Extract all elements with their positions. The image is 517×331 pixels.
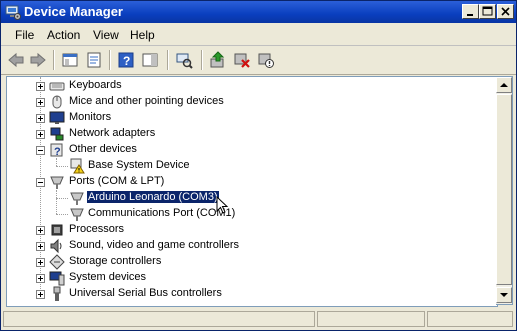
chevron-up-icon: [500, 83, 508, 87]
collapse-toggle[interactable]: [36, 178, 45, 187]
device-manager-window: Device Manager File Action View Help ? K…: [0, 0, 517, 331]
scan-hardware-icon[interactable]: [175, 51, 193, 69]
tree-node-label: Universal Serial Bus controllers: [69, 287, 222, 299]
expand-toggle[interactable]: [36, 274, 45, 283]
collapse-toggle[interactable]: [36, 146, 45, 155]
close-button[interactable]: [497, 4, 514, 19]
device-manager-icon: [5, 5, 21, 20]
unknown-device-icon: ?: [50, 143, 63, 158]
mouse-cursor-icon: [216, 196, 229, 214]
tree-node-base-system-device[interactable]: Base System Device: [7, 158, 497, 174]
menu-action[interactable]: Action: [47, 28, 80, 42]
mouse-icon: [52, 95, 62, 109]
monitor-icon: [49, 111, 65, 124]
status-bar: [1, 308, 516, 330]
window-title: Device Manager: [24, 4, 123, 19]
port-icon: [50, 176, 64, 189]
port-icon: [70, 208, 84, 221]
tree-node-label: Storage controllers: [69, 255, 162, 267]
tree-node-label: Base System Device: [88, 159, 190, 171]
menu-help[interactable]: Help: [130, 28, 155, 42]
svg-text:?: ?: [54, 146, 61, 158]
expand-toggle[interactable]: [36, 82, 45, 91]
keyboard-icon: [49, 82, 65, 91]
chevron-down-icon: [500, 293, 508, 297]
tree-node-label: Communications Port (COM1): [88, 207, 236, 219]
tree-node-network-adapters[interactable]: Network adapters: [7, 126, 497, 142]
tree-node-label: Processors: [69, 223, 125, 235]
toolbar-separator: [109, 50, 111, 70]
tree-node-label: Keyboards: [69, 79, 122, 91]
computer-icon: [49, 271, 65, 286]
tree-node-sound-video-game[interactable]: Sound, video and game controllers: [7, 238, 497, 254]
tree-node-monitors[interactable]: Monitors: [7, 110, 497, 126]
back-icon[interactable]: [7, 51, 25, 69]
tree-node-usb-controllers[interactable]: Universal Serial Bus controllers: [7, 286, 497, 302]
status-pane: [3, 311, 315, 327]
processor-icon: [51, 224, 63, 236]
forward-icon[interactable]: [29, 51, 47, 69]
tree-node-keyboards[interactable]: Keyboards: [7, 78, 497, 94]
toolbar-separator: [53, 50, 55, 70]
properties-icon[interactable]: [85, 51, 103, 69]
warning-device-icon: [70, 158, 85, 174]
tree-node-label: Sound, video and game controllers: [69, 239, 239, 251]
tree-node-ports[interactable]: Ports (COM & LPT): [7, 174, 497, 190]
tree-node-label: Arduino Leonardo (COM3): [86, 190, 220, 204]
svg-text:?: ?: [123, 54, 130, 68]
tree-node-label: Network adapters: [69, 127, 156, 139]
expand-toggle[interactable]: [36, 290, 45, 299]
tree-node-arduino-leonardo[interactable]: Arduino Leonardo (COM3): [7, 190, 497, 206]
speaker-icon: [50, 238, 62, 254]
tree-node-processors[interactable]: Processors: [7, 222, 497, 238]
maximize-button[interactable]: [479, 4, 496, 19]
expand-toggle[interactable]: [36, 242, 45, 251]
disable-icon[interactable]: [257, 51, 275, 69]
toolbar: ?: [1, 46, 516, 75]
menu-bar: File Action View Help: [1, 23, 516, 46]
status-pane: [427, 311, 513, 327]
storage-icon: [49, 254, 65, 270]
maximize-icon: [482, 6, 493, 16]
toolbar-separator: [201, 50, 203, 70]
menu-view[interactable]: View: [93, 28, 119, 42]
scroll-down-button[interactable]: [496, 287, 512, 303]
vertical-scrollbar[interactable]: [496, 76, 513, 305]
port-icon: [70, 192, 84, 205]
toolbar-separator: [167, 50, 169, 70]
network-adapter-icon: [50, 127, 64, 141]
tree-node-label: Mice and other pointing devices: [69, 95, 224, 107]
status-pane: [317, 311, 425, 327]
usb-icon: [53, 286, 61, 301]
expand-toggle[interactable]: [36, 226, 45, 235]
title-bar[interactable]: Device Manager: [1, 1, 516, 23]
tree-node-mice[interactable]: Mice and other pointing devices: [7, 94, 497, 110]
minimize-icon: [467, 14, 473, 16]
help-icon[interactable]: ?: [117, 51, 135, 69]
expand-toggle[interactable]: [36, 114, 45, 123]
tree-node-system-devices[interactable]: System devices: [7, 270, 497, 286]
action-pane-icon[interactable]: [141, 51, 159, 69]
uninstall-icon[interactable]: [233, 51, 251, 69]
tree-node-other-devices[interactable]: ? Other devices: [7, 142, 497, 158]
tree-node-storage-controllers[interactable]: Storage controllers: [7, 254, 497, 270]
expand-toggle[interactable]: [36, 258, 45, 267]
scroll-thumb[interactable]: [496, 94, 512, 285]
minimize-button[interactable]: [462, 4, 479, 19]
device-tree[interactable]: Keyboards Mice and other pointing device…: [6, 76, 498, 307]
tree-node-label: Other devices: [69, 143, 137, 155]
tree-node-label: Ports (COM & LPT): [69, 175, 165, 187]
expand-toggle[interactable]: [36, 130, 45, 139]
update-driver-icon[interactable]: [209, 51, 227, 69]
expand-toggle[interactable]: [36, 98, 45, 107]
console-tree-icon[interactable]: [61, 51, 79, 69]
close-icon: [501, 7, 510, 16]
tree-node-label: Monitors: [69, 111, 112, 123]
tree-node-communications-port[interactable]: Communications Port (COM1): [7, 206, 497, 222]
menu-file[interactable]: File: [15, 28, 34, 42]
scroll-up-button[interactable]: [496, 77, 512, 93]
tree-node-label: System devices: [69, 271, 147, 283]
